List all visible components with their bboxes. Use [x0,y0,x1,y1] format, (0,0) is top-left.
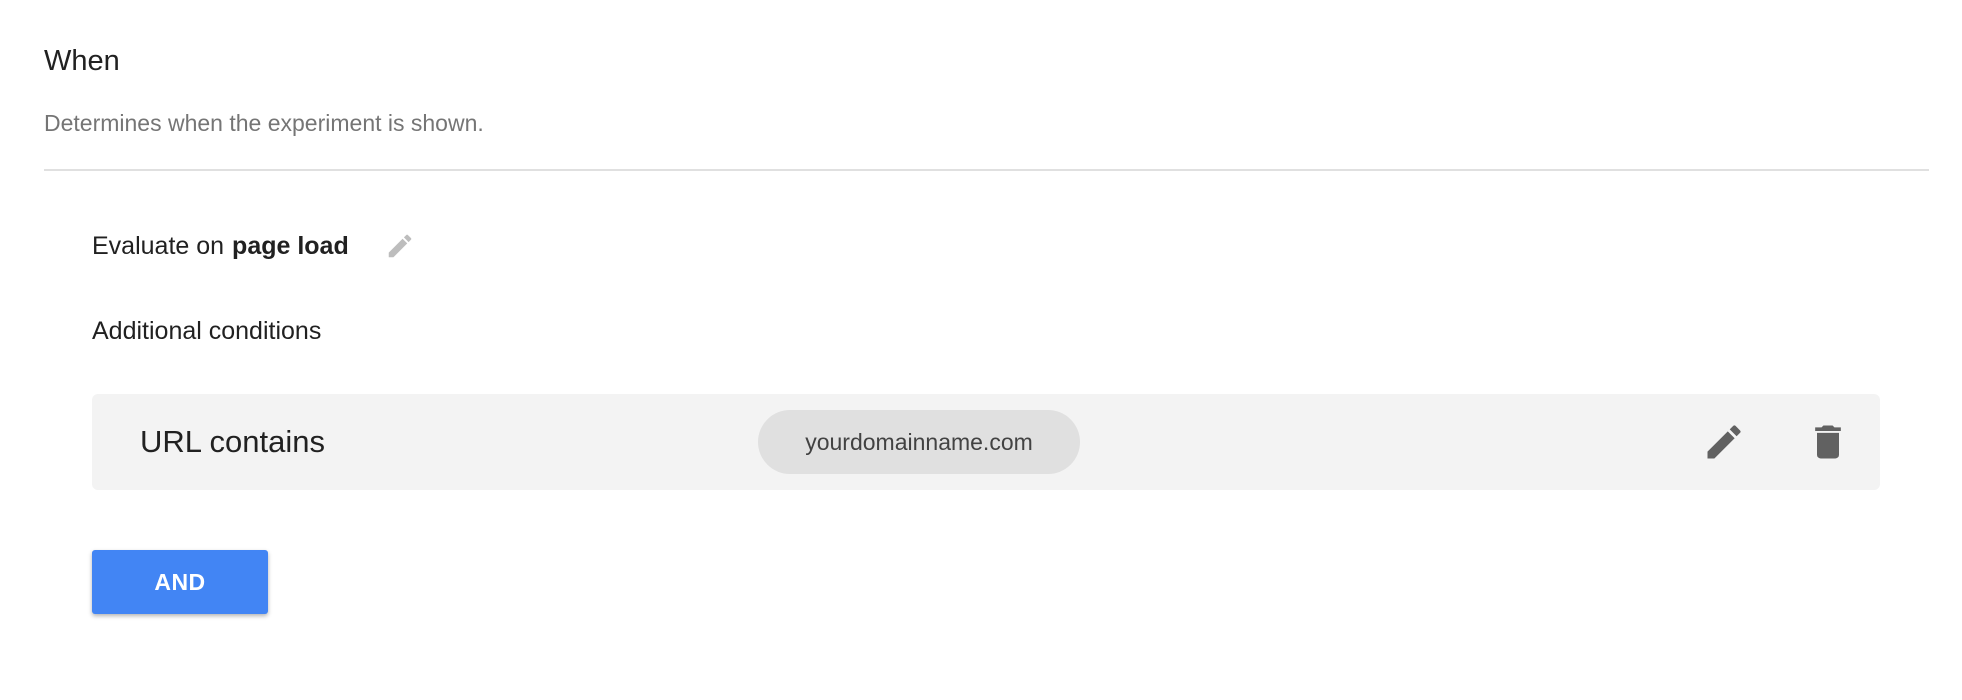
and-button[interactable]: AND [92,550,268,614]
evaluate-edit-button[interactable] [383,229,417,263]
condition-type: URL contains [140,424,325,459]
section-subtitle: Determines when the experiment is shown. [44,110,484,136]
additional-conditions-label: Additional conditions [92,317,322,345]
evaluate-prefix: Evaluate on [92,231,225,260]
evaluate-row: Evaluate on page load [92,226,417,266]
pencil-icon [1707,425,1741,459]
evaluate-value: page load [232,231,349,260]
pencil-icon [388,234,411,258]
condition-value-chip: yourdomainname.com [758,410,1080,474]
section-title: When [44,45,120,77]
condition-delete-button[interactable] [1802,416,1854,468]
trash-icon [1815,425,1841,459]
condition-card: URL contains yourdomainname.com [92,394,1880,490]
condition-edit-button[interactable] [1698,416,1750,468]
section-divider [44,169,1929,171]
